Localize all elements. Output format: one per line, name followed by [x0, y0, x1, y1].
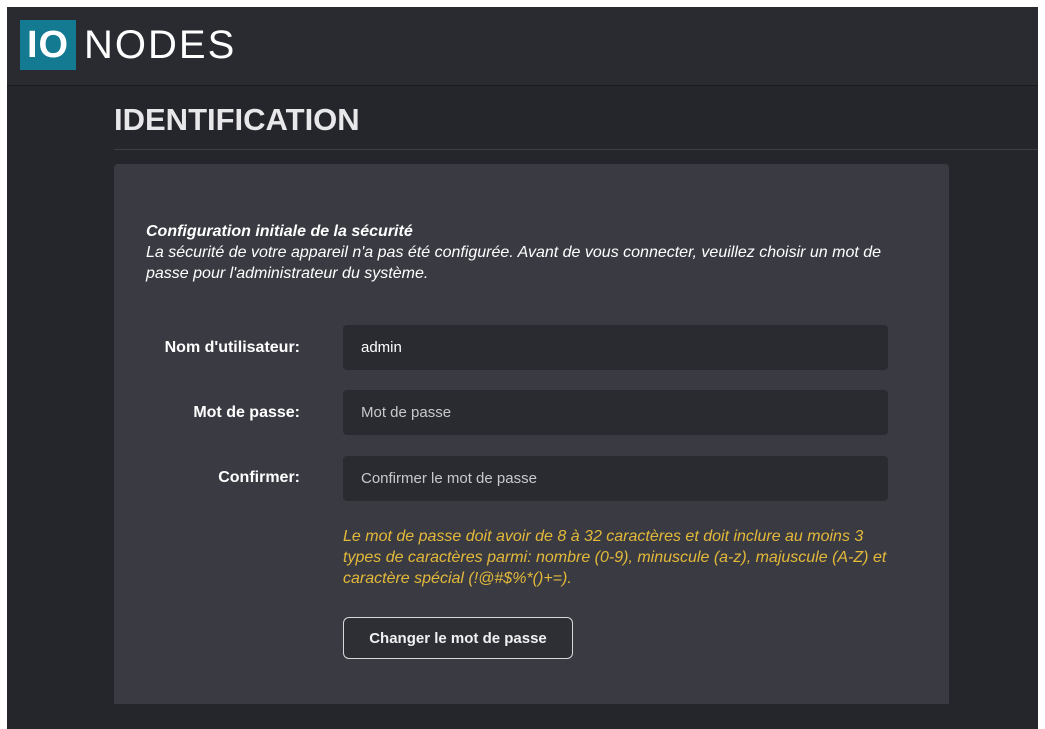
password-field[interactable] [343, 390, 888, 435]
change-password-button[interactable]: Changer le mot de passe [343, 617, 573, 659]
security-setup-card: Configuration initiale de la sécurité La… [114, 164, 949, 704]
logo-mark: IO [20, 20, 76, 70]
confirm-password-field[interactable] [343, 456, 888, 501]
password-label: Mot de passe: [193, 404, 300, 421]
title-divider [114, 149, 1038, 150]
page-title: IDENTIFICATION [114, 102, 360, 137]
intro-title: Configuration initiale de la sécurité [146, 223, 413, 240]
app-window: IO NODES IDENTIFICATION Configuration in… [7, 7, 1038, 729]
intro-text: La sécurité de votre appareil n'a pas ét… [146, 244, 882, 282]
top-header: IO NODES [7, 7, 1038, 86]
ionodes-logo: IO NODES [20, 20, 236, 70]
password-requirements-hint: Le mot de passe doit avoir de 8 à 32 car… [343, 528, 887, 587]
confirm-label: Confirmer: [218, 469, 300, 486]
logo-wordmark: NODES [84, 22, 237, 67]
intro-message: Configuration initiale de la sécurité La… [146, 221, 906, 284]
username-label: Nom d'utilisateur: [164, 339, 300, 356]
username-field[interactable] [343, 325, 888, 370]
